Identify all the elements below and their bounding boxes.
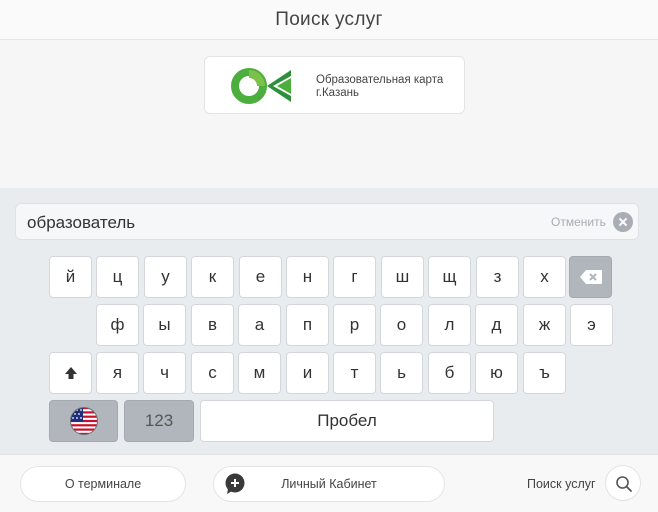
- shift-key[interactable]: [49, 352, 92, 394]
- shift-up-arrow-icon: [64, 367, 77, 379]
- search-icon: [616, 476, 632, 492]
- backspace-icon: [579, 270, 602, 284]
- key-ч[interactable]: ч: [143, 352, 186, 394]
- personal-cabinet-label: Личный Кабинет: [281, 477, 377, 491]
- key-д[interactable]: д: [475, 304, 518, 346]
- key-ш[interactable]: ш: [381, 256, 424, 298]
- page-title: Поиск услуг: [275, 8, 383, 30]
- ok-logo-icon: [231, 68, 291, 104]
- key-ц[interactable]: ц: [96, 256, 139, 298]
- key-ы[interactable]: ы: [143, 304, 186, 346]
- numbers-key[interactable]: 123: [124, 400, 194, 442]
- key-б[interactable]: б: [428, 352, 471, 394]
- backspace-key[interactable]: [569, 256, 612, 298]
- key-п[interactable]: п: [286, 304, 329, 346]
- card-title: Образовательная карта: [316, 74, 444, 86]
- key-й[interactable]: й: [49, 256, 92, 298]
- language-key[interactable]: [49, 400, 118, 442]
- key-ь[interactable]: ь: [380, 352, 423, 394]
- search-input-value[interactable]: образователь: [27, 213, 135, 233]
- card-subtitle: г.Казань: [316, 87, 359, 99]
- key-ф[interactable]: ф: [96, 304, 139, 346]
- header: Поиск услуг: [0, 0, 658, 40]
- key-и[interactable]: и: [286, 352, 329, 394]
- space-key[interactable]: Пробел: [200, 400, 494, 442]
- footer-search-button[interactable]: [605, 465, 641, 501]
- chat-plus-icon: [225, 473, 245, 494]
- service-card[interactable]: Образовательная карта г.Казань: [204, 56, 465, 114]
- key-ъ[interactable]: ъ: [523, 352, 566, 394]
- key-у[interactable]: у: [144, 256, 187, 298]
- about-terminal-button[interactable]: О терминале: [20, 466, 186, 502]
- key-ж[interactable]: ж: [523, 304, 566, 346]
- key-м[interactable]: м: [238, 352, 281, 394]
- footer-search-label[interactable]: Поиск услуг: [527, 477, 596, 491]
- key-о[interactable]: о: [380, 304, 423, 346]
- key-э[interactable]: э: [570, 304, 613, 346]
- key-е[interactable]: е: [239, 256, 282, 298]
- key-а[interactable]: а: [238, 304, 281, 346]
- personal-cabinet-button[interactable]: Личный Кабинет: [213, 466, 445, 502]
- key-р[interactable]: р: [333, 304, 376, 346]
- search-input[interactable]: образователь Отменить: [15, 203, 639, 240]
- key-з[interactable]: з: [476, 256, 519, 298]
- key-в[interactable]: в: [191, 304, 234, 346]
- key-щ[interactable]: щ: [428, 256, 471, 298]
- footer: О терминале Личный Кабинет Поиск услуг: [0, 454, 658, 512]
- key-х[interactable]: х: [523, 256, 566, 298]
- results-area: Образовательная карта г.Казань: [0, 41, 658, 188]
- key-т[interactable]: т: [333, 352, 376, 394]
- key-ю[interactable]: ю: [475, 352, 518, 394]
- key-с[interactable]: с: [191, 352, 234, 394]
- clear-icon[interactable]: [613, 212, 633, 232]
- keyboard-area: образователь Отменить йцукенгшщзхфывапро…: [0, 188, 658, 454]
- us-flag-icon: [69, 407, 98, 435]
- key-я[interactable]: я: [96, 352, 139, 394]
- key-к[interactable]: к: [191, 256, 234, 298]
- cancel-button[interactable]: Отменить: [551, 215, 606, 229]
- key-г[interactable]: г: [333, 256, 376, 298]
- key-н[interactable]: н: [286, 256, 329, 298]
- key-л[interactable]: л: [428, 304, 471, 346]
- card-text: Образовательная карта г.Казань: [316, 74, 443, 100]
